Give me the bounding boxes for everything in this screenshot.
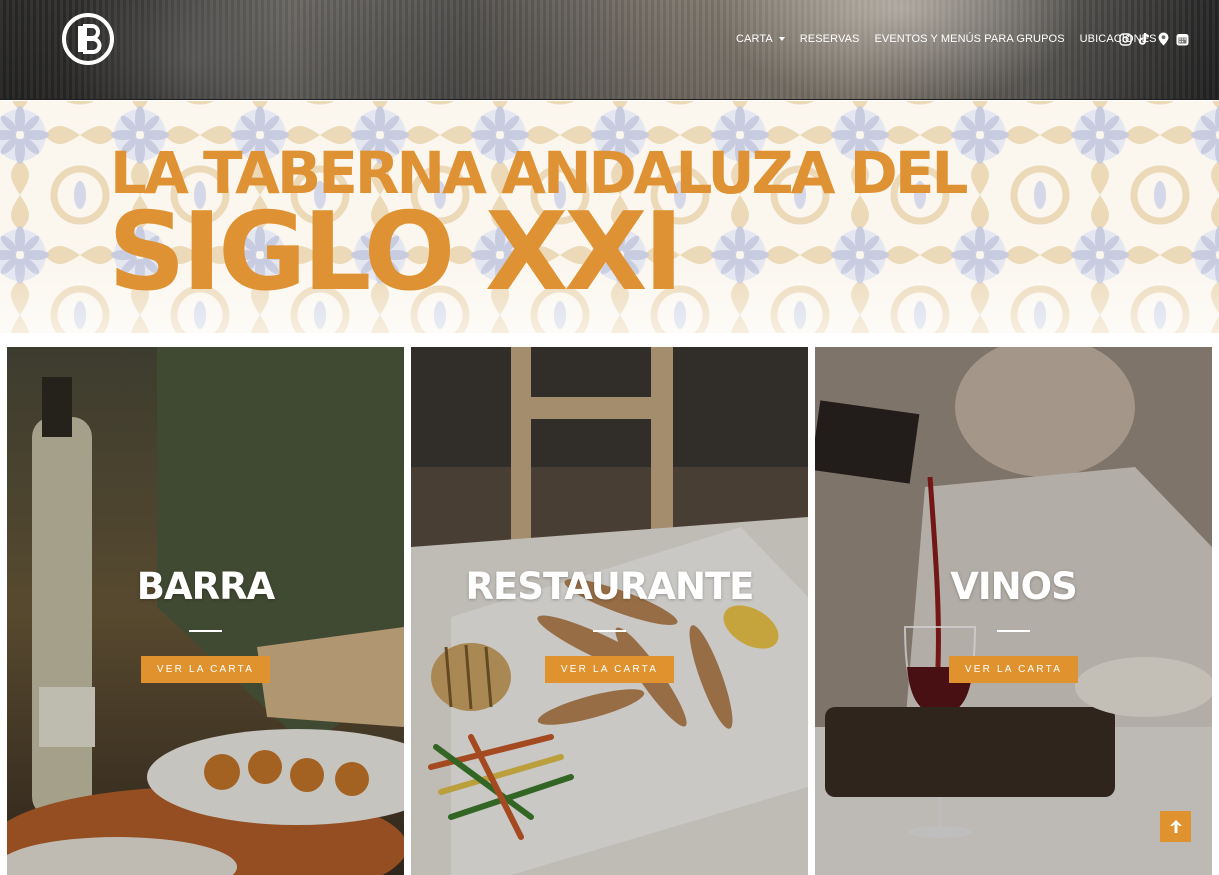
ver-carta-button-restaurante[interactable]: VER LA CARTA <box>545 656 674 683</box>
arrow-up-icon <box>1169 820 1182 833</box>
map-pin-icon[interactable] <box>1156 31 1170 47</box>
ver-carta-button-barra[interactable]: VER LA CARTA <box>141 656 270 683</box>
nav-item-reservas[interactable]: RESERVAS <box>800 32 860 46</box>
card-vinos: VINOS VER LA CARTA <box>815 347 1212 875</box>
calendar-icon[interactable] <box>1175 31 1189 47</box>
site-header: B CARTA RESERVAS EVENTOS Y MENÚS PARA GR… <box>0 0 1219 100</box>
tiktok-icon[interactable] <box>1137 31 1151 47</box>
card-overlay <box>411 347 808 875</box>
ver-carta-button-vinos[interactable]: VER LA CARTA <box>949 656 1078 683</box>
divider <box>997 630 1030 632</box>
divider <box>593 630 626 632</box>
card-restaurante: RESTAURANTE VER LA CARTA <box>411 347 808 875</box>
card-title: VINOS <box>950 565 1077 608</box>
card-title: RESTAURANTE <box>465 565 755 608</box>
back-to-top-button[interactable] <box>1160 811 1191 842</box>
card-title: BARRA <box>136 565 275 608</box>
hero-title-line-2: SIGLO XXI <box>108 190 684 315</box>
main-nav: CARTA RESERVAS EVENTOS Y MENÚS PARA GRUP… <box>736 32 1157 46</box>
social-links <box>1118 30 1189 48</box>
hero-banner: LA TABERNA ANDALUZA DEL SIGLO XXI <box>0 101 1219 333</box>
chevron-down-icon <box>778 37 785 41</box>
card-overlay <box>7 347 404 875</box>
nav-item-eventos[interactable]: EVENTOS Y MENÚS PARA GRUPOS <box>874 32 1064 46</box>
svg-text:B: B <box>61 12 62 13</box>
divider <box>189 630 222 632</box>
nav-item-label: CARTA <box>736 33 773 45</box>
card-overlay <box>815 347 1212 875</box>
nav-item-carta[interactable]: CARTA <box>736 32 785 46</box>
card-barra: BARRA VER LA CARTA <box>7 347 404 875</box>
logo-icon[interactable]: B <box>61 12 115 66</box>
instagram-icon[interactable] <box>1118 31 1132 47</box>
